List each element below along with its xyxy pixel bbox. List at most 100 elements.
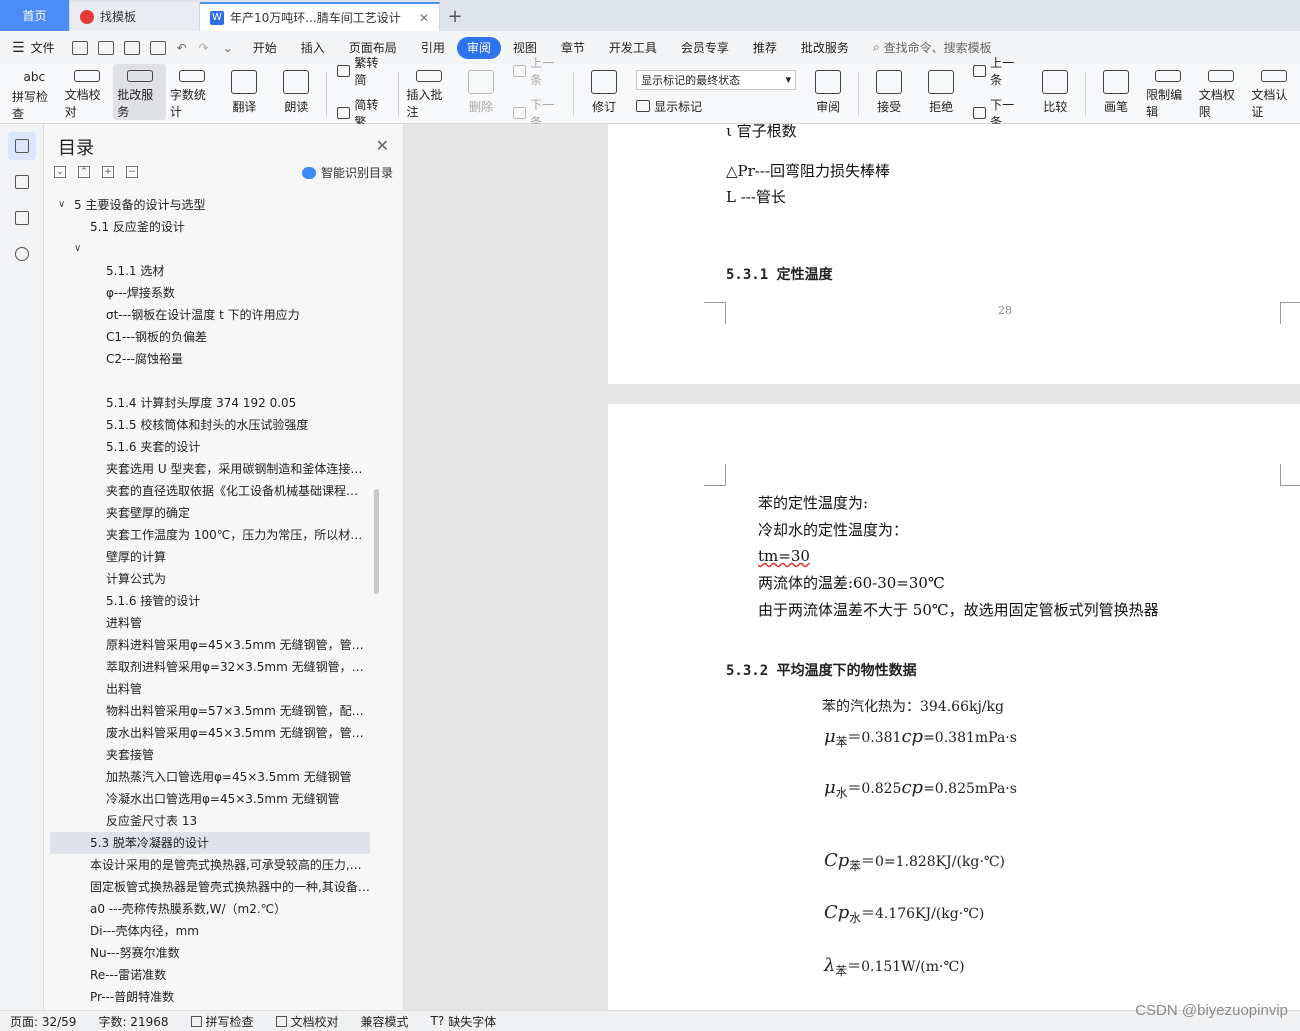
toc-item[interactable]: 固定板管式换热器是管壳式换热器中的一种,其设备简单 [50, 876, 370, 898]
toc-item[interactable]: 本设计采用的是管壳式换热器,可承受较高的压力,管程 [50, 854, 370, 876]
doc-rights-button[interactable]: 文档权限 [1195, 64, 1248, 120]
menu-start[interactable]: 开始 [241, 37, 289, 59]
toc-item[interactable]: 5.3 脱苯冷凝器的设计 [50, 832, 370, 854]
smart-toc-button[interactable]: 智能识别目录 [301, 164, 393, 181]
toc-item[interactable]: 夹套接管 [50, 744, 370, 766]
status-proofread[interactable]: 文档校对 [275, 1013, 339, 1030]
hamburger-icon[interactable]: ☰ [12, 40, 25, 56]
show-markup-button[interactable]: 显示标记 [636, 98, 796, 115]
toc-item[interactable]: 计算公式为 [50, 568, 370, 590]
page-indicator[interactable]: 页面: 32/59 [10, 1013, 76, 1030]
toc-item[interactable]: C1---钢板的负偏差 [50, 326, 370, 348]
toc-item[interactable]: φ---焊接系数 [50, 282, 370, 304]
toc-item[interactable]: σt---钢板在设计温度 t 下的许用应力 [50, 304, 370, 326]
read-aloud-icon [283, 70, 310, 94]
new-tab-icon[interactable]: + [440, 2, 470, 31]
pen-button[interactable]: 画笔 [1090, 64, 1142, 120]
export-icon[interactable] [97, 40, 114, 55]
toc-item[interactable]: Di---壳体内径，mm [50, 920, 370, 942]
toc-item[interactable]: 5.1.6 接管的设计 [50, 590, 370, 612]
insert-comment-button[interactable]: 插入批注 [402, 64, 455, 120]
toc-item[interactable]: 出料管 [50, 678, 370, 700]
toc-item[interactable]: 5.1.1 选材 [50, 260, 370, 282]
spell-check-button[interactable]: abc 拼写检查 [8, 64, 61, 121]
delete-comment-button[interactable]: 删除 [455, 64, 507, 120]
toc-item[interactable]: 加热蒸汽入口管选用φ=45×3.5mm 无缝钢管 [50, 766, 370, 788]
toc-item[interactable]: Nu---努赛尔准数 [50, 942, 370, 964]
preview-icon[interactable] [149, 40, 166, 55]
toc-item[interactable]: 原料进料管采用φ=45×3.5mm 无缝钢管，管的一端 [50, 634, 370, 656]
toc-panel-icon[interactable] [7, 132, 36, 160]
toc-item[interactable]: 夹套选用 U 型夹套，采用碳钢制造和釜体连接方式 [50, 458, 370, 480]
display-state-select[interactable]: 显示标记的最终状态 ▾ [636, 69, 797, 90]
proofread-button[interactable]: 文档校对 [61, 64, 114, 120]
close-icon[interactable]: ✕ [376, 136, 389, 155]
collapse-all-icon[interactable]: ⌃ [78, 166, 90, 178]
toc-item[interactable] [50, 370, 370, 392]
toc-item[interactable]: 夹套工作温度为 100℃，压力为常压，所以材料选用 [50, 524, 370, 546]
toc-item[interactable]: a0 ---壳称传热膜系数,W/（m2.℃） [50, 898, 370, 920]
compare-button[interactable]: 比较 [1029, 64, 1081, 120]
toc-item[interactable]: 夹套壁厚的确定 [50, 502, 370, 524]
redo-icon[interactable]: ↷ [199, 41, 209, 55]
search-icon[interactable] [8, 240, 36, 268]
chevron-down-icon[interactable]: ∨ [58, 194, 65, 216]
toc-item[interactable]: ∨ [50, 238, 370, 260]
word-count-indicator[interactable]: 字数: 21968 [98, 1013, 168, 1030]
tab-home[interactable]: 首页 [0, 0, 70, 31]
prev-change-button[interactable]: 上一条 [973, 54, 1023, 88]
add-heading-icon[interactable]: + [102, 166, 114, 178]
prev-comment-button[interactable]: 上一条 [513, 54, 563, 88]
bookmark-icon[interactable] [8, 204, 36, 232]
toc-item[interactable]: 夹套的直径选取依据《化工设备机械基础课程设计指导书》 [50, 480, 370, 502]
word-count-button[interactable]: 字数统计 [166, 64, 219, 120]
toc-item[interactable]: C2---腐蚀裕量 [50, 348, 370, 370]
undo-icon[interactable]: ↶ [177, 41, 187, 55]
review-pane-button[interactable]: 审阅 [802, 64, 854, 120]
reject-button[interactable]: 拒绝 [915, 64, 967, 120]
toc-item[interactable]: ∨ 5 主要设备的设计与选型 [50, 194, 370, 216]
toc-item[interactable]: 5.1.5 校核筒体和封头的水压试验强度 [50, 414, 370, 436]
toc-item[interactable]: Re---雷诺准数 [50, 964, 370, 986]
doc-cert-button[interactable]: 文档认证 [1247, 64, 1300, 120]
chevron-down-icon[interactable]: ∨ [74, 238, 81, 260]
toc-item[interactable]: 5.1.4 计算封头厚度 374 192 0.05 [50, 392, 370, 414]
toc-item[interactable]: 废水出料管采用φ=45×3.5mm 无缝钢管，管的一端 [50, 722, 370, 744]
toc-item[interactable]: 萃取剂进料管采用φ=32×3.5mm 无缝钢管，管的一端 [50, 656, 370, 678]
close-tab-icon[interactable]: ✕ [419, 11, 429, 25]
tab-document[interactable]: W 年产10万吨环...腈车间工艺设计 ✕ [200, 2, 440, 31]
more-icon[interactable]: ⌄ [223, 41, 233, 55]
toc-item[interactable]: 进料管 [50, 612, 370, 634]
save-icon[interactable] [71, 40, 88, 55]
accept-button[interactable]: 接受 [863, 64, 915, 120]
menu-member[interactable]: 会员专享 [669, 37, 741, 59]
restrict-edit-button[interactable]: 限制编辑 [1142, 64, 1195, 120]
tab-template[interactable]: 找模板 [70, 2, 200, 31]
translate-button[interactable]: 翻译 [218, 64, 270, 120]
menu-recommend[interactable]: 推荐 [741, 37, 789, 59]
menu-correction-service[interactable]: 批改服务 [789, 37, 861, 59]
toc-item[interactable]: Pr---普朗特准数 [50, 986, 370, 1008]
read-aloud-button[interactable]: 朗读 [270, 64, 322, 120]
menu-review[interactable]: 审阅 [456, 36, 501, 59]
remove-heading-icon[interactable]: − [126, 166, 138, 178]
menu-file[interactable]: 文件 [29, 37, 67, 59]
toc-item[interactable]: 5.1.6 夹套的设计 [50, 436, 370, 458]
chapter-nav-icon[interactable] [8, 168, 36, 196]
trad-to-simp-button[interactable]: 繁转简 [337, 54, 387, 88]
toc-scrollbar[interactable] [374, 489, 379, 594]
status-spell-check[interactable]: 拼写检查 [190, 1013, 254, 1030]
menu-reference[interactable]: 引用 [409, 37, 457, 59]
toc-item[interactable]: 冷凝水出口管选用φ=45×3.5mm 无缝钢管 [50, 788, 370, 810]
toc-item[interactable]: 物料出料管采用φ=57×3.5mm 无缝钢管，配有法兰 [50, 700, 370, 722]
toc-item[interactable]: 反应釜尺寸表 13 [50, 810, 370, 832]
print-icon[interactable] [123, 40, 140, 55]
track-changes-button[interactable]: 修订 [578, 64, 630, 120]
expand-all-icon[interactable]: ⌄ [54, 166, 66, 178]
toc-item[interactable]: 5.1 反应釜的设计 [50, 216, 370, 238]
menu-insert[interactable]: 插入 [289, 37, 337, 59]
correction-service-button[interactable]: 批改服务 [113, 64, 166, 120]
missing-font-button[interactable]: T? 缺失字体 [431, 1013, 497, 1030]
menu-dev-tools[interactable]: 开发工具 [597, 37, 669, 59]
toc-item[interactable]: 壁厚的计算 [50, 546, 370, 568]
